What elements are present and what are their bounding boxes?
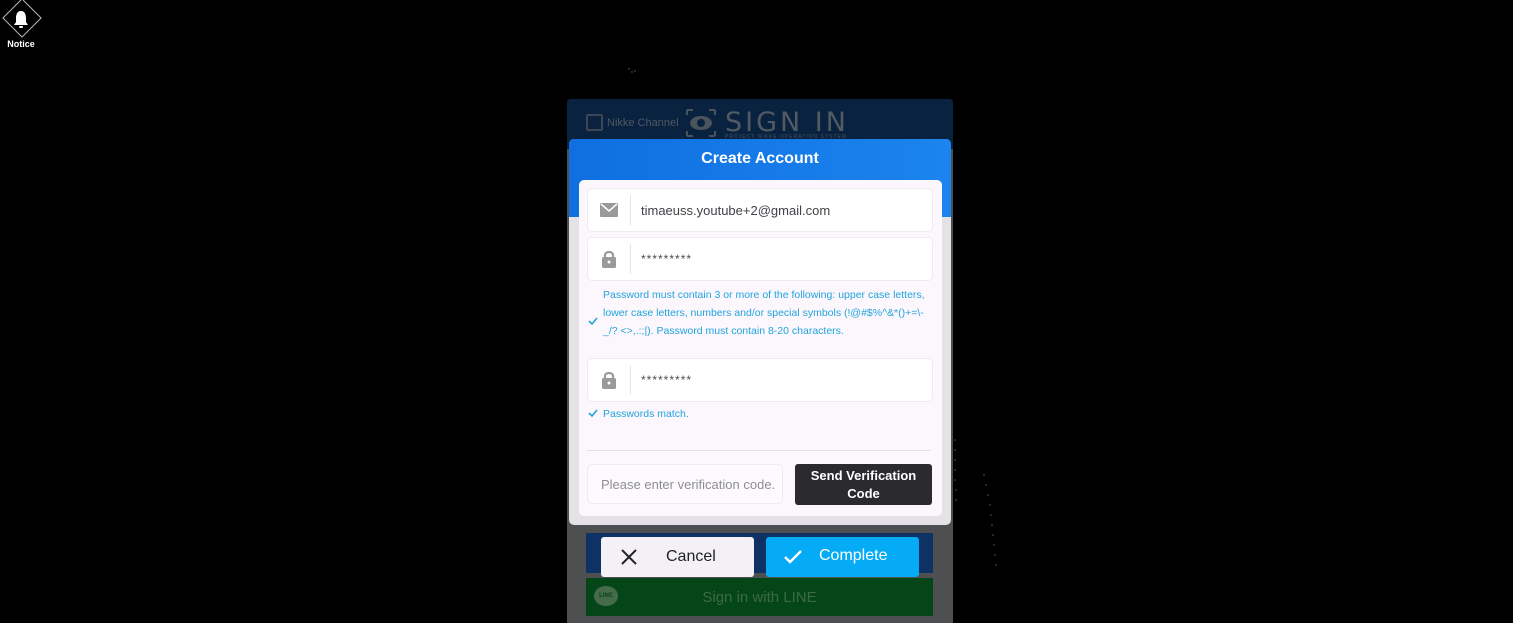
bell-icon <box>14 11 28 28</box>
send-verification-code-button[interactable]: Send Verification Code <box>795 464 932 505</box>
confirm-password-field[interactable]: ********* <box>587 358 933 402</box>
sign-in-logo: SIGN IN PROJECT NIKKE OPERATION SYSTEM <box>685 107 849 140</box>
close-icon <box>621 549 637 565</box>
match-hint-text: Passwords match. <box>603 408 689 420</box>
lock-icon <box>602 371 616 389</box>
check-icon <box>784 550 802 564</box>
divider <box>587 450 931 451</box>
confirm-password-value: ********* <box>641 373 693 387</box>
nikke-channel-label: Nikke Channel <box>607 116 679 129</box>
email-icon-cell <box>588 195 631 225</box>
cancel-button[interactable]: Cancel <box>601 537 754 577</box>
nikke-channel-toggle[interactable]: Nikke Channel <box>586 114 679 131</box>
lock-icon <box>602 250 616 268</box>
check-icon <box>588 409 598 418</box>
create-account-dialog: Create Account timaeuss.youtube+2@gmail.… <box>569 139 951 525</box>
dialog-title: Create Account <box>701 150 819 167</box>
email-field[interactable]: timaeuss.youtube+2@gmail.com <box>587 188 933 232</box>
complete-label: Complete <box>819 547 888 564</box>
line-button-label: Sign in with LINE <box>702 588 817 606</box>
cancel-label: Cancel <box>666 548 716 565</box>
password-hint-text: Password must contain 3 or more of the f… <box>603 289 925 337</box>
confirm-password-icon-cell <box>588 365 631 395</box>
password-field[interactable]: ********* <box>587 237 933 281</box>
check-icon <box>588 317 598 326</box>
envelope-icon <box>600 203 618 217</box>
decorative-dots <box>954 439 997 566</box>
checkbox-icon <box>586 114 603 131</box>
line-signin-button[interactable]: LINE Sign in with LINE <box>586 578 933 616</box>
eye-icon <box>686 108 716 137</box>
notice-label: Notice <box>7 39 35 49</box>
notice-button[interactable]: Notice <box>2 0 42 52</box>
dialog-body: timaeuss.youtube+2@gmail.com ********* P… <box>579 180 942 516</box>
password-icon-cell <box>588 244 631 274</box>
password-value: ********* <box>641 252 693 266</box>
line-logo-icon: LINE <box>594 586 618 606</box>
email-value: timaeuss.youtube+2@gmail.com <box>641 202 831 218</box>
complete-button[interactable]: Complete <box>766 537 919 577</box>
decorative-dots <box>628 68 636 73</box>
verification-code-input[interactable]: Please enter verification code. <box>587 464 783 504</box>
password-requirements-hint: Password must contain 3 or more of the f… <box>588 286 933 358</box>
